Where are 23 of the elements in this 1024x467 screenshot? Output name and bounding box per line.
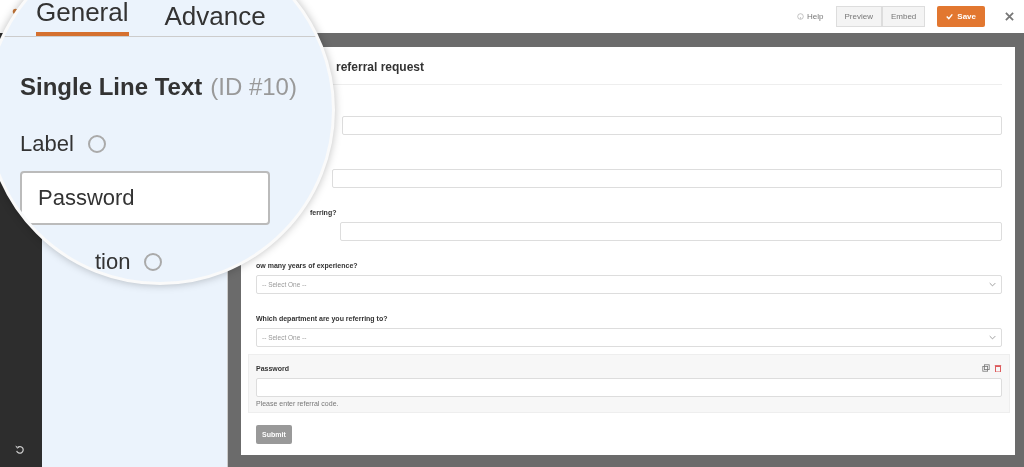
form-title: referral request — [335, 60, 426, 74]
field-type-title: Single Line Text — [20, 73, 203, 101]
history-icon[interactable] — [15, 445, 25, 455]
chevron-down-icon — [989, 282, 996, 287]
text-input[interactable] — [256, 378, 1002, 397]
settings-tab[interactable]: General — [36, 0, 129, 36]
duplicate-icon[interactable] — [982, 364, 990, 372]
embed-button[interactable]: Embed — [881, 6, 926, 27]
preview-button[interactable]: Preview — [835, 6, 882, 27]
label-input[interactable]: Password — [20, 171, 270, 225]
text-input[interactable] — [340, 222, 1002, 241]
field-id: (ID #10) — [210, 73, 297, 101]
settings-tab[interactable]: Advance — [164, 3, 266, 36]
label-caption: Label — [20, 131, 74, 157]
chevron-down-icon — [989, 335, 996, 340]
text-input[interactable] — [332, 169, 1002, 188]
close-icon[interactable] — [1005, 12, 1014, 21]
description-caption: tion — [95, 249, 131, 275]
save-button[interactable]: Save — [937, 6, 985, 27]
checkmark-icon — [946, 13, 954, 20]
trash-icon[interactable] — [994, 364, 1002, 372]
text-input[interactable] — [342, 116, 1002, 135]
help-link[interactable]: Help — [797, 12, 824, 21]
